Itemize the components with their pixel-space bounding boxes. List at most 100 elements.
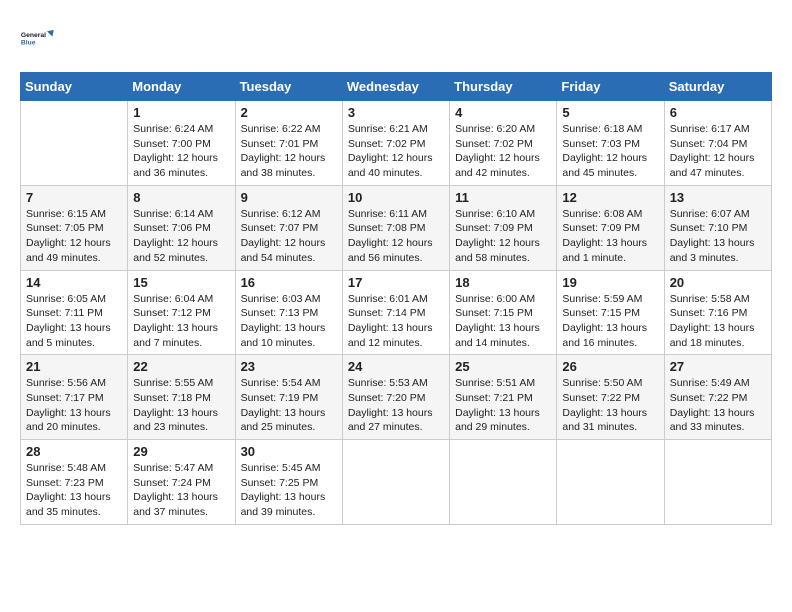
day-number: 13	[670, 190, 766, 205]
col-header-saturday: Saturday	[664, 73, 771, 101]
day-number: 3	[348, 105, 444, 120]
day-info: Sunrise: 6:05 AM Sunset: 7:11 PM Dayligh…	[26, 292, 122, 351]
calendar-day: 16 Sunrise: 6:03 AM Sunset: 7:13 PM Dayli…	[235, 270, 342, 355]
day-info: Sunrise: 5:49 AM Sunset: 7:22 PM Dayligh…	[670, 376, 766, 435]
day-info: Sunrise: 6:08 AM Sunset: 7:09 PM Dayligh…	[562, 207, 658, 266]
calendar-day	[342, 440, 449, 525]
calendar-day: 8Sunrise: 6:14 AM Sunset: 7:06 PM Daylig…	[128, 185, 235, 270]
day-number: 23	[241, 359, 337, 374]
calendar-week-3: 14Sunrise: 6:05 AM Sunset: 7:11 PM Dayli…	[21, 270, 772, 355]
day-info: Sunrise: 6:10 AM Sunset: 7:09 PM Dayligh…	[455, 207, 551, 266]
day-number: 26	[562, 359, 658, 374]
calendar-week-2: 7 Sunrise: 6:15 AM Sunset: 7:05 PM Daylig…	[21, 185, 772, 270]
day-info: Sunrise: 5:54 AM Sunset: 7:19 PM Dayligh…	[241, 376, 337, 435]
day-info: Sunrise: 6:04 AM Sunset: 7:12 PM Dayligh…	[133, 292, 229, 351]
day-info: Sunrise: 6:24 AM Sunset: 7:00 PM Dayligh…	[133, 122, 229, 181]
calendar-day: 12 Sunrise: 6:08 AM Sunset: 7:09 PM Dayli…	[557, 185, 664, 270]
day-info: Sunrise: 5:48 AM Sunset: 7:23 PM Dayligh…	[26, 461, 122, 520]
day-number: 20	[670, 275, 766, 290]
calendar-day: 5Sunrise: 6:18 AM Sunset: 7:03 PM Daylig…	[557, 101, 664, 186]
day-number: 6	[670, 105, 766, 120]
calendar-day: 13 Sunrise: 6:07 AM Sunset: 7:10 PM Dayli…	[664, 185, 771, 270]
day-info: Sunrise: 6:17 AM Sunset: 7:04 PM Dayligh…	[670, 122, 766, 181]
day-number: 2	[241, 105, 337, 120]
svg-text:Blue: Blue	[21, 39, 36, 46]
day-info: Sunrise: 6:15 AM Sunset: 7:05 PM Dayligh…	[26, 207, 122, 266]
calendar-day: 10 Sunrise: 6:11 AM Sunset: 7:08 PM Dayli…	[342, 185, 449, 270]
col-header-wednesday: Wednesday	[342, 73, 449, 101]
calendar-day: 20 Sunrise: 5:58 AM Sunset: 7:16 PM Dayli…	[664, 270, 771, 355]
calendar-day: 1 Sunrise: 6:24 AM Sunset: 7:00 PM Daylig…	[128, 101, 235, 186]
calendar-day: 22Sunrise: 5:55 AM Sunset: 7:18 PM Dayli…	[128, 355, 235, 440]
day-number: 5	[562, 105, 658, 120]
calendar-day: 19 Sunrise: 5:59 AM Sunset: 7:15 PM Dayli…	[557, 270, 664, 355]
calendar-week-5: 28Sunrise: 5:48 AM Sunset: 7:23 PM Dayli…	[21, 440, 772, 525]
calendar-day: 7 Sunrise: 6:15 AM Sunset: 7:05 PM Daylig…	[21, 185, 128, 270]
logo: GeneralBlue	[20, 20, 56, 56]
day-info: Sunrise: 6:12 AM Sunset: 7:07 PM Dayligh…	[241, 207, 337, 266]
day-info: Sunrise: 5:59 AM Sunset: 7:15 PM Dayligh…	[562, 292, 658, 351]
day-info: Sunrise: 5:45 AM Sunset: 7:25 PM Dayligh…	[241, 461, 337, 520]
calendar-day: 2Sunrise: 6:22 AM Sunset: 7:01 PM Daylig…	[235, 101, 342, 186]
calendar-day: 15 Sunrise: 6:04 AM Sunset: 7:12 PM Dayli…	[128, 270, 235, 355]
day-number: 18	[455, 275, 551, 290]
calendar-day: 9 Sunrise: 6:12 AM Sunset: 7:07 PM Daylig…	[235, 185, 342, 270]
day-info: Sunrise: 6:14 AM Sunset: 7:06 PM Dayligh…	[133, 207, 229, 266]
calendar-table: SundayMondayTuesdayWednesdayThursdayFrid…	[20, 72, 772, 525]
calendar-day: 6 Sunrise: 6:17 AM Sunset: 7:04 PM Daylig…	[664, 101, 771, 186]
calendar-day	[21, 101, 128, 186]
day-info: Sunrise: 6:20 AM Sunset: 7:02 PM Dayligh…	[455, 122, 551, 181]
day-number: 19	[562, 275, 658, 290]
day-info: Sunrise: 5:47 AM Sunset: 7:24 PM Dayligh…	[133, 461, 229, 520]
calendar-day: 17 Sunrise: 6:01 AM Sunset: 7:14 PM Dayli…	[342, 270, 449, 355]
svg-text:General: General	[21, 32, 46, 39]
calendar-week-4: 21 Sunrise: 5:56 AM Sunset: 7:17 PM Dayli…	[21, 355, 772, 440]
calendar-day: 26 Sunrise: 5:50 AM Sunset: 7:22 PM Dayli…	[557, 355, 664, 440]
day-info: Sunrise: 5:58 AM Sunset: 7:16 PM Dayligh…	[670, 292, 766, 351]
calendar-day: 3Sunrise: 6:21 AM Sunset: 7:02 PM Daylig…	[342, 101, 449, 186]
page-header: GeneralBlue	[20, 20, 772, 56]
calendar-day: 30 Sunrise: 5:45 AM Sunset: 7:25 PM Dayli…	[235, 440, 342, 525]
logo-icon: GeneralBlue	[20, 20, 56, 56]
day-number: 1	[133, 105, 229, 120]
col-header-sunday: Sunday	[21, 73, 128, 101]
day-number: 29	[133, 444, 229, 459]
calendar-day: 23 Sunrise: 5:54 AM Sunset: 7:19 PM Dayli…	[235, 355, 342, 440]
day-number: 11	[455, 190, 551, 205]
day-info: Sunrise: 6:00 AM Sunset: 7:15 PM Dayligh…	[455, 292, 551, 351]
calendar-week-1: 1 Sunrise: 6:24 AM Sunset: 7:00 PM Daylig…	[21, 101, 772, 186]
calendar-day: 25 Sunrise: 5:51 AM Sunset: 7:21 PM Dayli…	[450, 355, 557, 440]
day-number: 30	[241, 444, 337, 459]
day-number: 10	[348, 190, 444, 205]
day-number: 16	[241, 275, 337, 290]
day-number: 7	[26, 190, 122, 205]
day-info: Sunrise: 5:51 AM Sunset: 7:21 PM Dayligh…	[455, 376, 551, 435]
day-info: Sunrise: 6:01 AM Sunset: 7:14 PM Dayligh…	[348, 292, 444, 351]
calendar-day: 24Sunrise: 5:53 AM Sunset: 7:20 PM Dayli…	[342, 355, 449, 440]
day-info: Sunrise: 5:50 AM Sunset: 7:22 PM Dayligh…	[562, 376, 658, 435]
day-info: Sunrise: 5:56 AM Sunset: 7:17 PM Dayligh…	[26, 376, 122, 435]
day-number: 25	[455, 359, 551, 374]
day-number: 15	[133, 275, 229, 290]
col-header-thursday: Thursday	[450, 73, 557, 101]
calendar-day: 18 Sunrise: 6:00 AM Sunset: 7:15 PM Dayli…	[450, 270, 557, 355]
day-number: 9	[241, 190, 337, 205]
day-info: Sunrise: 6:07 AM Sunset: 7:10 PM Dayligh…	[670, 207, 766, 266]
col-header-tuesday: Tuesday	[235, 73, 342, 101]
calendar-day: 29 Sunrise: 5:47 AM Sunset: 7:24 PM Dayli…	[128, 440, 235, 525]
calendar-day: 4 Sunrise: 6:20 AM Sunset: 7:02 PM Daylig…	[450, 101, 557, 186]
calendar-day: 11 Sunrise: 6:10 AM Sunset: 7:09 PM Dayli…	[450, 185, 557, 270]
day-number: 17	[348, 275, 444, 290]
day-number: 21	[26, 359, 122, 374]
calendar-day	[664, 440, 771, 525]
calendar-day	[557, 440, 664, 525]
calendar-day: 28Sunrise: 5:48 AM Sunset: 7:23 PM Dayli…	[21, 440, 128, 525]
calendar-day: 27Sunrise: 5:49 AM Sunset: 7:22 PM Dayli…	[664, 355, 771, 440]
calendar-day	[450, 440, 557, 525]
day-number: 12	[562, 190, 658, 205]
day-info: Sunrise: 6:11 AM Sunset: 7:08 PM Dayligh…	[348, 207, 444, 266]
day-info: Sunrise: 6:03 AM Sunset: 7:13 PM Dayligh…	[241, 292, 337, 351]
calendar-day: 21 Sunrise: 5:56 AM Sunset: 7:17 PM Dayli…	[21, 355, 128, 440]
day-info: Sunrise: 5:55 AM Sunset: 7:18 PM Dayligh…	[133, 376, 229, 435]
day-number: 4	[455, 105, 551, 120]
